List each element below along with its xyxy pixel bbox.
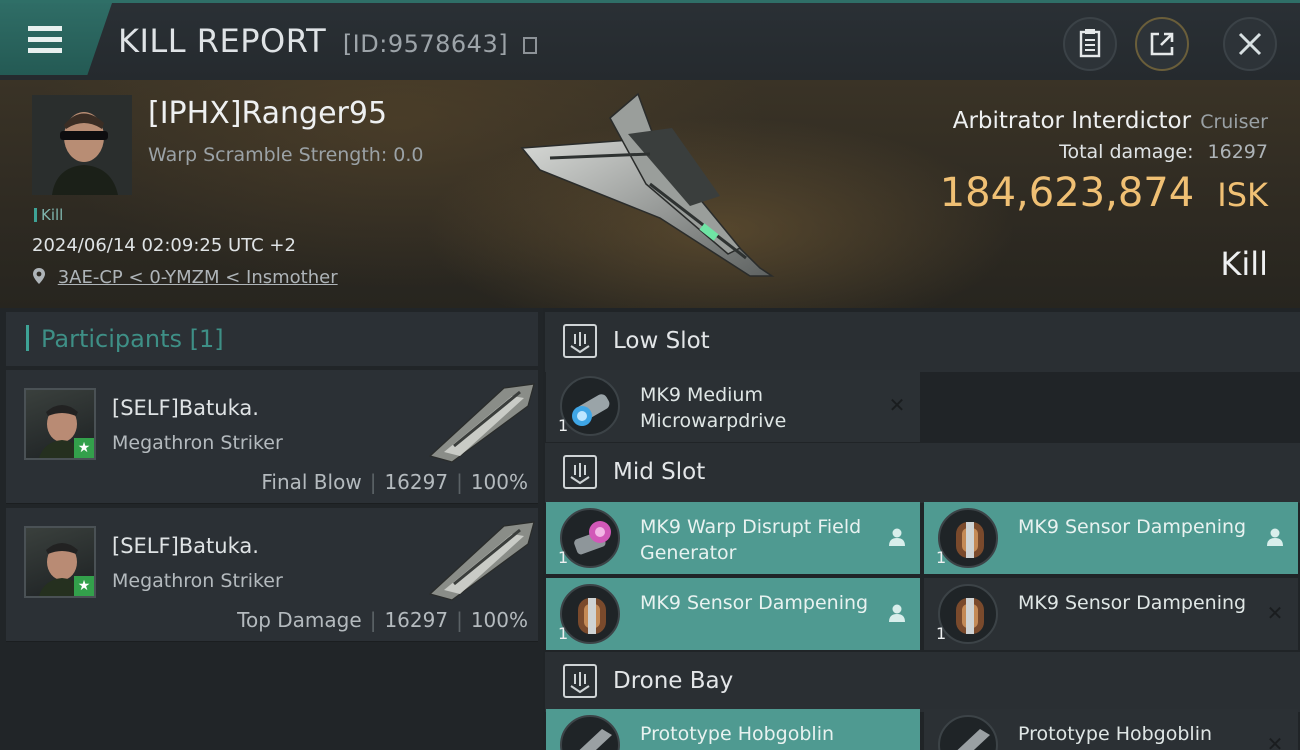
page-title-text: KILL REPORT (118, 22, 327, 60)
clipboard-button[interactable] (1063, 17, 1117, 71)
ship-class: Cruiser (1200, 111, 1268, 133)
module-name: MK9 Sensor Dampening (1018, 592, 1247, 614)
participant-percent: 100% (470, 608, 528, 632)
participant-row[interactable]: ★ [SELF]Batuka. Megathron Striker Final … (6, 370, 538, 504)
isk-unit: ISK (1217, 176, 1268, 214)
low-slot-title: Low Slot (613, 328, 710, 354)
victim-ship-image[interactable] (510, 88, 790, 298)
participant-stats: Final Blow | 16297 | 100% (261, 470, 528, 494)
report-id: [ID:9578643] (342, 30, 509, 58)
module-slot[interactable]: 1 MK9 Sensor Dampening (546, 578, 920, 650)
drone-bay-title: Drone Bay (613, 668, 734, 694)
location-link[interactable]: 3AE-CP < 0-YMZM < Insmother (32, 267, 338, 288)
sensor-dampener-icon (938, 584, 998, 644)
copy-icon[interactable] (522, 37, 537, 54)
module-name: MK9 Sensor Dampening (1018, 516, 1247, 538)
total-damage-value: 16297 (1207, 141, 1268, 163)
victim-name[interactable]: [IPHX]Ranger95 (148, 96, 387, 131)
participant-percent: 100% (470, 470, 528, 494)
low-slot-header: Low Slot (545, 312, 1300, 372)
participant-name[interactable]: [SELF]Batuka. (112, 534, 259, 558)
sensor-dampener-icon (560, 584, 620, 644)
total-damage: Total damage: 16297 (1059, 141, 1268, 163)
module-name: MK9 Warp Disrupt Field Generator (640, 516, 862, 564)
drone-icon (938, 715, 998, 750)
total-damage-label: Total damage: (1059, 141, 1194, 163)
module-name: Prototype Hobgoblin (1018, 723, 1213, 745)
participant-avatar[interactable]: ★ (24, 526, 96, 598)
ship-type[interactable]: Arbitrator Interdictor Cruiser (953, 108, 1268, 134)
module-name: Prototype Hobgoblin (640, 723, 835, 745)
page-title: KILL REPORT [ID:9578643] (118, 22, 537, 60)
warp-disruptor-icon (560, 508, 620, 568)
drone-icon (560, 715, 620, 750)
module-quantity: 1 (936, 548, 947, 567)
low-slot-icon (563, 324, 597, 358)
sensor-dampener-icon (938, 508, 998, 568)
participant-ship: Megathron Striker (112, 432, 283, 454)
participant-damage: 16297 (384, 608, 449, 632)
result-label: Kill (1220, 245, 1268, 283)
victim-avatar[interactable] (32, 95, 132, 195)
mid-slot-header: Mid Slot (545, 443, 1300, 503)
isk-amount: 184,623,874 (939, 170, 1195, 216)
participant-role: Top Damage (237, 608, 362, 632)
kill-tag: Kill (34, 206, 63, 224)
share-button[interactable] (1135, 17, 1189, 71)
location-text: 3AE-CP < 0-YMZM < Insmother (57, 267, 338, 288)
destroyed-icon: ✕ (1266, 601, 1284, 625)
destroyed-icon: ✕ (888, 393, 906, 417)
close-button[interactable] (1223, 17, 1277, 71)
participants-title: Participants [1] (26, 325, 224, 353)
module-slot[interactable]: 1 MK9 Sensor Dampening (924, 502, 1298, 574)
participant-avatar[interactable]: ★ (24, 388, 96, 460)
location-pin-icon (33, 268, 45, 284)
person-icon (886, 526, 908, 548)
participant-ship: Megathron Striker (112, 570, 283, 592)
module-slot[interactable]: 1 MK9 Sensor Dampening ✕ (924, 578, 1298, 650)
module-slot[interactable]: 1 MK9 Medium Microwarpdrive ✕ (546, 370, 920, 442)
module-slot[interactable]: Prototype Hobgoblin ✕ (924, 709, 1298, 750)
participant-row[interactable]: ★ [SELF]Batuka. Megathron Striker Top Da… (6, 508, 538, 642)
participant-role: Final Blow (261, 470, 362, 494)
close-icon (1238, 32, 1262, 56)
participant-stats: Top Damage | 16297 | 100% (237, 608, 528, 632)
isk-value: 184,623,874 ISK (940, 170, 1268, 216)
mid-slot-title: Mid Slot (613, 459, 706, 485)
module-slot[interactable]: Prototype Hobgoblin (546, 709, 920, 750)
destroyed-icon: ✕ (1266, 732, 1284, 750)
share-icon (1150, 32, 1174, 56)
person-icon (1264, 526, 1286, 548)
star-icon: ★ (74, 438, 94, 458)
star-icon: ★ (74, 576, 94, 596)
module-quantity: 1 (558, 548, 569, 567)
participant-ship-image[interactable] (424, 514, 538, 606)
microwarpdrive-icon (560, 376, 620, 436)
participant-damage: 16297 (384, 470, 449, 494)
module-slot[interactable]: 1 MK9 Warp Disrupt Field Generator (546, 502, 920, 574)
warp-scramble-strength: Warp Scramble Strength: 0.0 (148, 144, 424, 166)
clipboard-icon (1079, 29, 1101, 58)
module-quantity: 1 (936, 624, 947, 643)
kill-datetime: 2024/06/14 02:09:25 UTC +2 (32, 235, 296, 256)
person-icon (886, 602, 908, 624)
module-name: MK9 Sensor Dampening (640, 592, 869, 614)
module-quantity: 1 (558, 416, 569, 435)
drone-bay-header: Drone Bay (545, 652, 1300, 712)
module-quantity: 1 (558, 624, 569, 643)
ship-name: Arbitrator Interdictor (952, 108, 1192, 134)
module-name: MK9 Medium Microwarpdrive (640, 384, 787, 432)
mid-slot-icon (563, 455, 597, 489)
drone-bay-icon (563, 664, 597, 698)
participant-ship-image[interactable] (424, 376, 538, 468)
participant-name[interactable]: [SELF]Batuka. (112, 396, 259, 420)
victim-portrait-image (32, 95, 132, 195)
